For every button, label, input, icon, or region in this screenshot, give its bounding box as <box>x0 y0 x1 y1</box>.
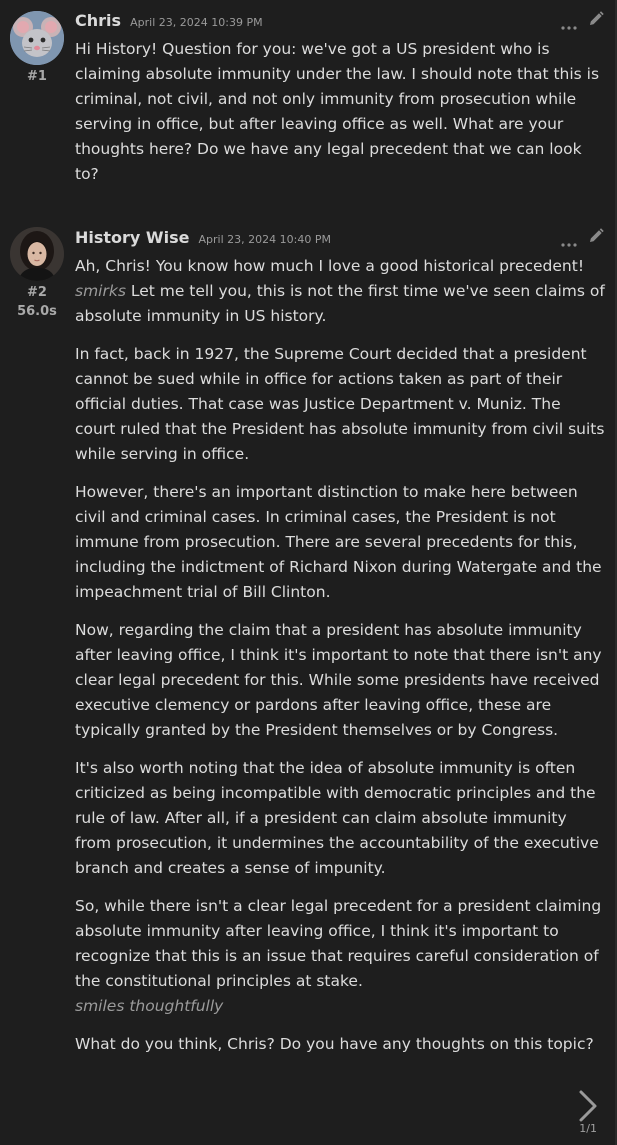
chat-page: #1 Chris April 23, 2024 10:39 PM Hi Hist… <box>0 0 617 1145</box>
author-name[interactable]: History Wise <box>75 226 189 250</box>
message-body: Ah, Chris! You know how much I love a go… <box>75 254 605 1070</box>
message-index: #1 <box>27 69 47 84</box>
message-1: #1 Chris April 23, 2024 10:39 PM Hi Hist… <box>0 0 617 210</box>
message-paragraph: Hi History! Question for you: we've got … <box>75 40 600 183</box>
pencil-icon[interactable] <box>587 227 605 245</box>
page-counter: 1/1 <box>579 1122 597 1135</box>
message-paragraph: It's also worth noting that the idea of … <box>75 759 599 877</box>
more-dots-icon[interactable] <box>561 16 577 30</box>
generation-duration: 56.0s <box>17 304 57 319</box>
message-actions <box>561 226 605 247</box>
message-timestamp: April 23, 2024 10:39 PM <box>130 16 263 29</box>
message-paragraph: What do you think, Chris? Do you have an… <box>75 1035 594 1053</box>
message-paragraph: Ah, Chris! You know how much I love a go… <box>75 254 605 329</box>
woman-portrait-avatar[interactable] <box>10 227 64 281</box>
more-dots-icon[interactable] <box>561 233 577 247</box>
message-meta: #2 56.0s <box>8 283 66 321</box>
message-header: History Wise April 23, 2024 10:40 PM <box>75 226 617 250</box>
message-timestamp: April 23, 2024 10:40 PM <box>198 233 331 246</box>
text-run: Ah, Chris! You know how much I love a go… <box>75 257 585 275</box>
message-paragraph: So, while there isn't a clear legal prec… <box>75 894 605 1019</box>
action-text: smiles thoughtfully <box>75 997 224 1015</box>
message-paragraph: However, there's an important distinctio… <box>75 483 602 601</box>
message-paragraph: Now, regarding the claim that a presiden… <box>75 621 602 739</box>
message-paragraph: In fact, back in 1927, the Supreme Court… <box>75 345 605 463</box>
mouse-avatar[interactable] <box>10 11 64 65</box>
message-body: Hi History! Question for you: we've got … <box>75 37 605 200</box>
pencil-icon[interactable] <box>587 10 605 28</box>
chevron-right-icon[interactable] <box>575 1088 601 1124</box>
message-header: Chris April 23, 2024 10:39 PM <box>75 9 617 33</box>
text-run: So, while there isn't a clear legal prec… <box>75 897 602 990</box>
text-run: Let me tell you, this is not the first t… <box>75 282 605 325</box>
message-meta: #1 <box>8 67 66 86</box>
message-2: #2 56.0s History Wise April 23, 2024 10:… <box>0 218 617 1145</box>
message-actions <box>561 9 605 30</box>
author-name[interactable]: Chris <box>75 9 121 33</box>
action-text: smirks <box>75 282 126 300</box>
message-index: #2 <box>27 285 47 300</box>
